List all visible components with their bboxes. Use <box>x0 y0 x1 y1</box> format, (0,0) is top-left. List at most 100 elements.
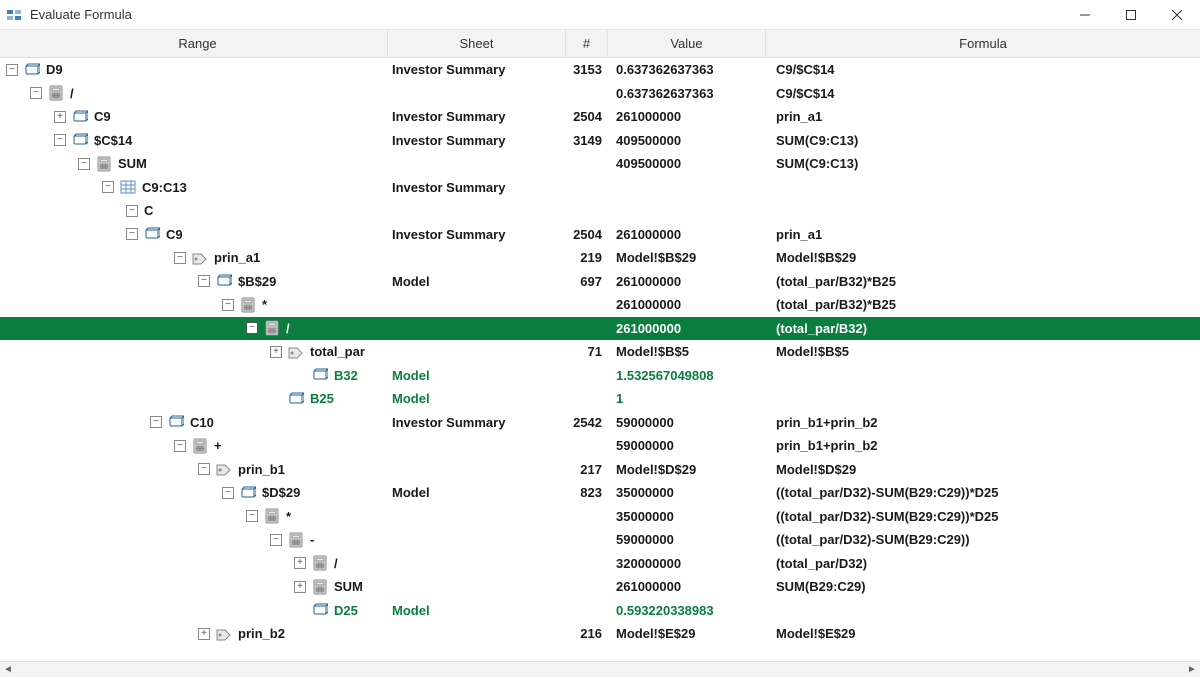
tree-row[interactable]: −$D$29Model82335000000((total_par/D32)-S… <box>0 481 1200 505</box>
tree-row[interactable]: +total_par71Model!$B$5Model!$B$5 <box>0 340 1200 364</box>
row-formula: (total_par/D32) <box>766 556 1200 571</box>
row-label: + <box>214 438 222 453</box>
tree-row[interactable]: D25Model0.593220338983 <box>0 599 1200 623</box>
expand-toggle[interactable]: − <box>126 205 138 217</box>
header-hash[interactable]: # <box>566 30 608 57</box>
row-hash: 71 <box>566 344 608 359</box>
scroll-track[interactable] <box>16 665 1184 675</box>
row-sheet: Investor Summary <box>388 180 566 195</box>
tree-row[interactable]: −$C$14Investor Summary3149409500000SUM(C… <box>0 129 1200 153</box>
cell-icon <box>288 391 304 407</box>
tree-row[interactable]: −/0.637362637363C9/$C$14 <box>0 82 1200 106</box>
expand-toggle[interactable]: − <box>102 181 114 193</box>
tree-row[interactable]: −C10Investor Summary254259000000prin_b1+… <box>0 411 1200 435</box>
row-label: C10 <box>190 415 214 430</box>
tree-row[interactable]: −D9Investor Summary31530.637362637363C9/… <box>0 58 1200 82</box>
expand-toggle[interactable]: − <box>174 440 186 452</box>
expand-toggle[interactable]: − <box>126 228 138 240</box>
row-label: B32 <box>334 368 358 383</box>
expand-toggle[interactable]: − <box>246 510 258 522</box>
row-sheet: Investor Summary <box>388 109 566 124</box>
minimize-button[interactable] <box>1062 0 1108 30</box>
header-formula[interactable]: Formula <box>766 30 1200 57</box>
expand-toggle[interactable]: − <box>198 463 210 475</box>
tree-row[interactable]: −prin_a1219Model!$B$29Model!$B$29 <box>0 246 1200 270</box>
row-hash: 697 <box>566 274 608 289</box>
tree-row[interactable]: −prin_b1217Model!$D$29Model!$D$29 <box>0 458 1200 482</box>
expand-toggle[interactable]: − <box>246 322 258 334</box>
expand-toggle[interactable]: + <box>294 581 306 593</box>
row-label: $B$29 <box>238 274 276 289</box>
expand-toggle[interactable]: − <box>150 416 162 428</box>
header-range[interactable]: Range <box>0 30 388 57</box>
row-value: 0.637362637363 <box>608 86 766 101</box>
tree-row[interactable]: B32Model1.532567049808 <box>0 364 1200 388</box>
tree-row[interactable]: −C9:C13Investor Summary <box>0 176 1200 200</box>
row-formula: (total_par/B32) <box>766 321 1200 336</box>
row-formula: Model!$D$29 <box>766 462 1200 477</box>
tree-row[interactable]: +SUM261000000SUM(B29:C29) <box>0 575 1200 599</box>
expand-toggle[interactable]: + <box>54 111 66 123</box>
tree-row[interactable]: +prin_b2216Model!$E$29Model!$E$29 <box>0 622 1200 646</box>
row-label: B25 <box>310 391 334 406</box>
tree-row[interactable]: −SUM409500000SUM(C9:C13) <box>0 152 1200 176</box>
row-value: 409500000 <box>608 156 766 171</box>
tree-row[interactable]: − / 261000000(total_par/B32) <box>0 317 1200 341</box>
row-value: 35000000 <box>608 485 766 500</box>
row-value: 1 <box>608 391 766 406</box>
row-value: 409500000 <box>608 133 766 148</box>
row-value: 261000000 <box>608 109 766 124</box>
scroll-left-arrow[interactable]: ◄ <box>0 662 16 678</box>
expand-toggle[interactable]: − <box>174 252 186 264</box>
expand-toggle[interactable]: − <box>30 87 42 99</box>
tree-row[interactable]: −*261000000(total_par/B32)*B25 <box>0 293 1200 317</box>
calc-icon <box>288 532 304 548</box>
tree-row[interactable]: −C9Investor Summary2504261000000prin_a1 <box>0 223 1200 247</box>
tree-row[interactable]: −-59000000((total_par/D32)-SUM(B29:C29)) <box>0 528 1200 552</box>
calc-icon <box>264 508 280 524</box>
expand-toggle[interactable]: − <box>78 158 90 170</box>
maximize-button[interactable] <box>1108 0 1154 30</box>
row-value: Model!$E$29 <box>608 626 766 641</box>
expand-toggle[interactable]: + <box>294 557 306 569</box>
row-hash: 823 <box>566 485 608 500</box>
expand-toggle[interactable]: − <box>270 534 282 546</box>
row-label: / <box>334 556 338 571</box>
expand-toggle[interactable]: − <box>54 134 66 146</box>
row-label: $C$14 <box>94 133 132 148</box>
row-sheet: Model <box>388 603 566 618</box>
calc-icon <box>48 85 64 101</box>
row-value: 35000000 <box>608 509 766 524</box>
row-formula: SUM(B29:C29) <box>766 579 1200 594</box>
horizontal-scrollbar[interactable]: ◄ ► <box>0 661 1200 677</box>
header-sheet[interactable]: Sheet <box>388 30 566 57</box>
tree-row[interactable]: −*35000000((total_par/D32)-SUM(B29:C29))… <box>0 505 1200 529</box>
row-label: / <box>286 321 290 336</box>
header-value[interactable]: Value <box>608 30 766 57</box>
tree-row[interactable]: −C <box>0 199 1200 223</box>
expand-toggle[interactable]: − <box>222 299 234 311</box>
row-formula: C9/$C$14 <box>766 86 1200 101</box>
tree-row[interactable]: +C9Investor Summary2504261000000prin_a1 <box>0 105 1200 129</box>
row-value: 261000000 <box>608 579 766 594</box>
row-label: D9 <box>46 62 63 77</box>
expand-toggle[interactable]: + <box>198 628 210 640</box>
expand-toggle[interactable]: − <box>6 64 18 76</box>
row-value: Model!$D$29 <box>608 462 766 477</box>
row-value: 320000000 <box>608 556 766 571</box>
expand-toggle[interactable]: + <box>270 346 282 358</box>
tree-row[interactable]: −+59000000prin_b1+prin_b2 <box>0 434 1200 458</box>
row-hash: 2542 <box>566 415 608 430</box>
tree-row[interactable]: −$B$29Model697261000000(total_par/B32)*B… <box>0 270 1200 294</box>
tree-row[interactable]: + / 320000000(total_par/D32) <box>0 552 1200 576</box>
tree-body[interactable]: −D9Investor Summary31530.637362637363C9/… <box>0 58 1200 660</box>
close-button[interactable] <box>1154 0 1200 30</box>
expand-toggle[interactable]: − <box>222 487 234 499</box>
scroll-right-arrow[interactable]: ► <box>1184 662 1200 678</box>
calc-icon <box>264 320 280 336</box>
cell-icon <box>144 226 160 242</box>
tree-row[interactable]: B25Model1 <box>0 387 1200 411</box>
row-value: 59000000 <box>608 415 766 430</box>
expand-toggle[interactable]: − <box>198 275 210 287</box>
row-value: 261000000 <box>608 321 766 336</box>
